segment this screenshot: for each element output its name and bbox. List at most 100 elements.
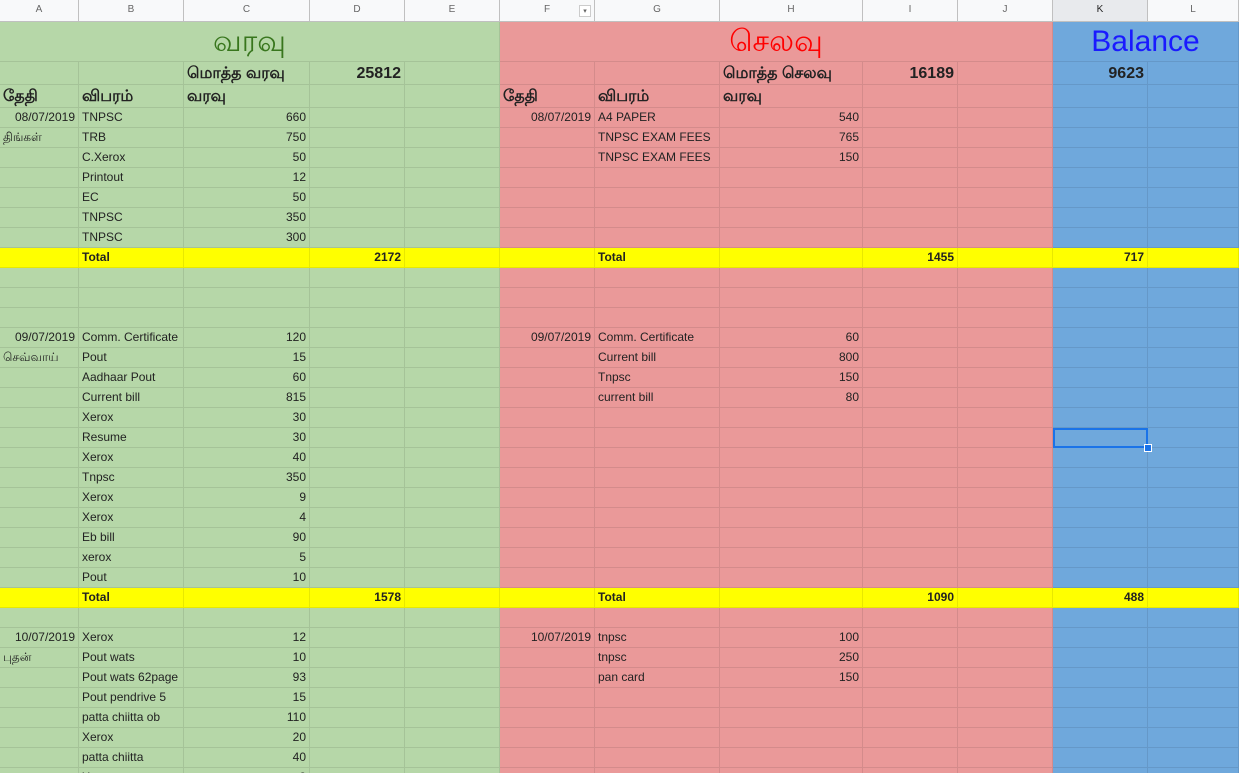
cell[interactable] <box>0 508 79 528</box>
cell[interactable] <box>1148 508 1239 528</box>
cell[interactable] <box>1148 268 1239 288</box>
cell[interactable] <box>720 168 863 188</box>
cell-c-15[interactable]: 120 <box>184 328 310 348</box>
cell[interactable] <box>405 188 500 208</box>
cell[interactable] <box>0 748 79 768</box>
cell-c-30[interactable]: 12 <box>184 628 310 648</box>
cell[interactable] <box>310 268 405 288</box>
cell[interactable] <box>79 608 184 628</box>
cell[interactable] <box>863 428 958 448</box>
column-header-a[interactable]: A <box>0 0 79 22</box>
spreadsheet-grid[interactable]: A B C D E F G H I J K L ▾ வரவு செலவு Balance மொத்த வரவு 2… <box>0 0 1239 773</box>
cell-g-18[interactable]: current bill <box>595 388 720 408</box>
cell[interactable] <box>500 388 595 408</box>
cell[interactable] <box>405 85 500 108</box>
cell[interactable] <box>310 348 405 368</box>
cell[interactable] <box>1053 468 1148 488</box>
cell[interactable] <box>720 188 863 208</box>
cell-b-34[interactable]: patta chiitta ob <box>79 708 184 728</box>
cell[interactable] <box>405 308 500 328</box>
cell-b-36[interactable]: patta chiitta <box>79 748 184 768</box>
cell-g-16[interactable]: Current bill <box>595 348 720 368</box>
cell-b-6[interactable]: C.Xerox <box>79 148 184 168</box>
cell[interactable] <box>720 728 863 748</box>
cell[interactable] <box>720 708 863 728</box>
cell-b-10[interactable]: TNPSC <box>79 228 184 248</box>
cell[interactable] <box>863 288 958 308</box>
cell[interactable] <box>720 448 863 468</box>
cell[interactable] <box>405 388 500 408</box>
cell[interactable] <box>863 628 958 648</box>
cell[interactable] <box>1148 328 1239 348</box>
cell-c-32[interactable]: 93 <box>184 668 310 688</box>
cell[interactable] <box>1053 728 1148 748</box>
cell[interactable] <box>958 348 1053 368</box>
cell[interactable] <box>310 468 405 488</box>
cell-b-31[interactable]: Pout wats <box>79 648 184 668</box>
cell[interactable] <box>720 608 863 628</box>
cell[interactable] <box>863 708 958 728</box>
cell[interactable] <box>310 408 405 428</box>
cell[interactable] <box>863 348 958 368</box>
cell-b-37[interactable]: Xerox <box>79 768 184 773</box>
cell[interactable] <box>1148 568 1239 588</box>
cell[interactable] <box>405 608 500 628</box>
cell[interactable] <box>0 308 79 328</box>
cell[interactable] <box>1148 188 1239 208</box>
cell[interactable] <box>405 128 500 148</box>
cell[interactable] <box>0 468 79 488</box>
cell-b-28[interactable]: Total <box>79 588 184 608</box>
cell[interactable] <box>1148 748 1239 768</box>
column-header-h[interactable]: H <box>720 0 863 22</box>
cell[interactable] <box>595 228 720 248</box>
cell[interactable] <box>405 688 500 708</box>
cell[interactable] <box>500 268 595 288</box>
cell-g-5[interactable]: TNPSC EXAM FEES <box>595 128 720 148</box>
cell[interactable] <box>0 208 79 228</box>
cell-f-4[interactable]: 08/07/2019 <box>500 108 595 128</box>
cell-b-24[interactable]: Xerox <box>79 508 184 528</box>
cell[interactable] <box>1148 428 1239 448</box>
cell-a-31[interactable]: புதன் <box>0 648 79 668</box>
cell[interactable] <box>1148 208 1239 228</box>
cell[interactable] <box>500 188 595 208</box>
cell[interactable] <box>405 708 500 728</box>
fill-handle[interactable] <box>1144 444 1152 452</box>
cell-b-26[interactable]: xerox <box>79 548 184 568</box>
cell[interactable] <box>863 228 958 248</box>
cell[interactable] <box>863 748 958 768</box>
cell-c-24[interactable]: 4 <box>184 508 310 528</box>
cell[interactable] <box>1148 608 1239 628</box>
column-header-d[interactable]: D <box>310 0 405 22</box>
cell-c-19[interactable]: 30 <box>184 408 310 428</box>
cell[interactable] <box>0 768 79 773</box>
cell-d-2[interactable]: 25812 <box>310 62 405 85</box>
cell-h-15[interactable]: 60 <box>720 328 863 348</box>
cell[interactable] <box>863 208 958 228</box>
cell[interactable] <box>1148 768 1239 773</box>
cell[interactable] <box>1148 85 1239 108</box>
cell-c-5[interactable]: 750 <box>184 128 310 148</box>
cell[interactable] <box>405 508 500 528</box>
cell-c-6[interactable]: 50 <box>184 148 310 168</box>
cell[interactable] <box>405 768 500 773</box>
cell[interactable] <box>958 628 1053 648</box>
cell[interactable] <box>958 748 1053 768</box>
cell[interactable] <box>958 728 1053 748</box>
cell-c-36[interactable]: 40 <box>184 748 310 768</box>
cell[interactable] <box>310 608 405 628</box>
cell-g-15[interactable]: Comm. Certificate <box>595 328 720 348</box>
cell[interactable] <box>958 528 1053 548</box>
cell[interactable] <box>1053 408 1148 428</box>
cell[interactable] <box>0 568 79 588</box>
cell-h-30[interactable]: 100 <box>720 628 863 648</box>
cell[interactable] <box>720 208 863 228</box>
cell[interactable] <box>863 488 958 508</box>
cell[interactable] <box>79 268 184 288</box>
cell[interactable] <box>1053 348 1148 368</box>
cell-c-8[interactable]: 50 <box>184 188 310 208</box>
cell[interactable] <box>1148 408 1239 428</box>
cell[interactable] <box>863 468 958 488</box>
cell-c-16[interactable]: 15 <box>184 348 310 368</box>
cell[interactable] <box>595 508 720 528</box>
